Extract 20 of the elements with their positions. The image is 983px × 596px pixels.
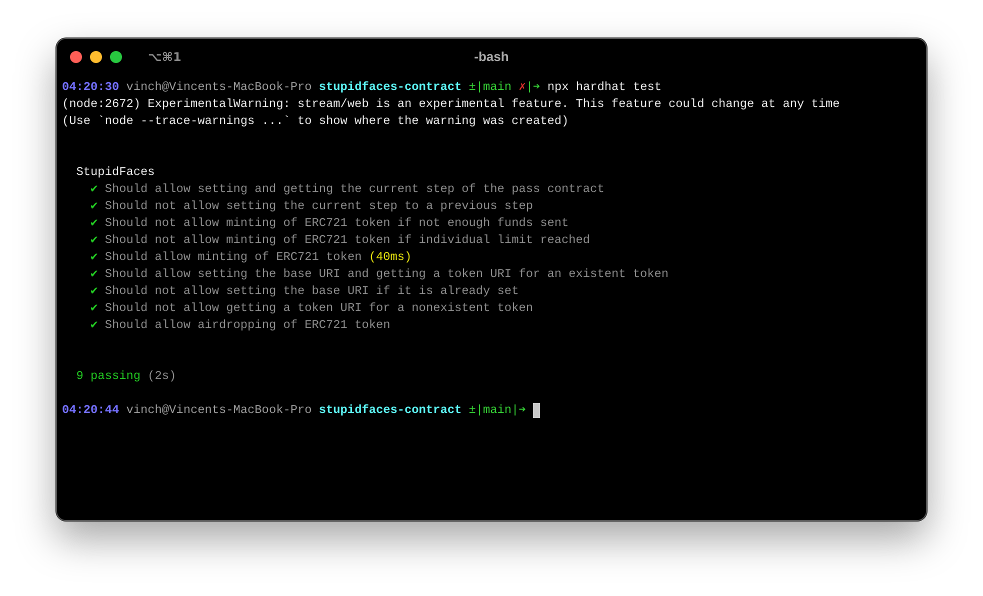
terminal-line: ✔ Should allow minting of ERC721 token (40ms) xyxy=(90,249,412,266)
terminal-line: 9 passing (2s) xyxy=(75,368,176,385)
tab-shortcut: ⌥⌘1 xyxy=(148,50,182,64)
terminal-line: 04:20:30 vinch@Vincents-MacBook-Pro stupidfaces-contract ±|main ✗|➔ npx hardhat test xyxy=(62,79,662,96)
minimize-button[interactable] xyxy=(90,51,102,63)
terminal-line: (node:2672) ExperimentalWarning: stream/web is an experimental feature. This feature could change at any time xyxy=(62,96,840,113)
window-title: -bash xyxy=(474,49,509,64)
terminal-line: ✔ Should not allow setting the base URI if it is already set xyxy=(90,283,519,300)
zoom-button[interactable] xyxy=(110,51,122,63)
terminal-line: ✔ Should allow setting and getting the current step of the pass contract xyxy=(90,181,604,198)
terminal-line: ✔ Should not allow getting a token URI for a nonexistent token xyxy=(90,300,533,317)
terminal-line: (Use `node --trace-warnings ...` to show where the warning was created) xyxy=(62,113,569,130)
close-button[interactable] xyxy=(70,51,82,63)
terminal-line: ✔ Should not allow minting of ERC721 token if individual limit reached xyxy=(90,232,590,249)
terminal-line: 04:20:44 vinch@Vincents-MacBook-Pro stupidfaces-contract ±|main|➔ xyxy=(62,402,526,419)
terminal-line: ✔ Should allow airdropping of ERC721 token xyxy=(90,317,390,334)
terminal-line: StupidFaces xyxy=(75,164,155,181)
terminal-line: ✔ Should not allow setting the current step to a previous step xyxy=(90,198,533,215)
terminal-line: ✔ Should allow setting the base URI and getting a token URI for an existent token xyxy=(90,266,669,283)
terminal-line: ✔ Should not allow minting of ERC721 token if not enough funds sent xyxy=(90,215,569,232)
